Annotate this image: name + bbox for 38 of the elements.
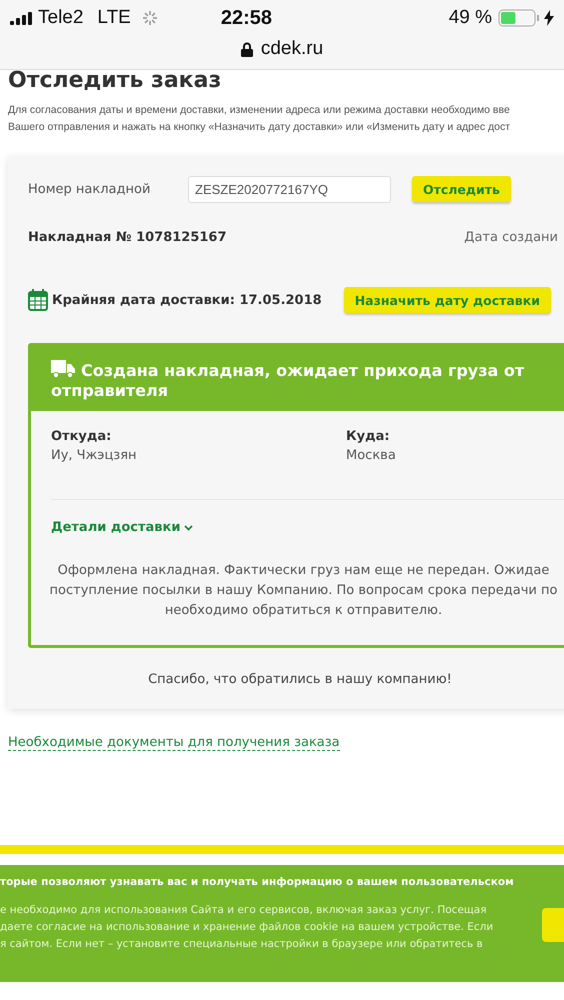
truck-icon	[51, 360, 75, 378]
destination-label: Куда:	[346, 429, 391, 444]
carrier-name: Tele2	[38, 7, 84, 29]
chevron-down-icon	[184, 524, 194, 530]
delivery-deadline: Крайняя дата доставки: 17.05.2018	[52, 292, 322, 308]
destination-value: Москва	[346, 448, 397, 463]
cookie-text: е необходимо для использования Сайта и его сервисов, включая заказ услуг. Посещая	[0, 903, 488, 918]
track-button[interactable]: Отследить	[412, 176, 511, 202]
waybill-input[interactable]: ZESZE2020772167YQ	[188, 176, 391, 202]
page-heading: Отследить заказ	[8, 68, 222, 94]
intro-text: Для согласования даты и времени доставки, изменении адреса или режима доставки необходимо вве	[8, 103, 511, 118]
thanks-text: Спасибо, что обратились в нашу компанию!	[147, 672, 453, 687]
cookie-text: я сайтом. Если нет – установите специальные настройки в браузере или обратитесь в	[0, 937, 484, 952]
loading-icon	[140, 9, 159, 27]
lock-icon	[240, 42, 253, 56]
cookie-title: торые позволяют узнавать вас и получать информацию о вашем пользовательском	[0, 876, 514, 888]
battery-icon	[498, 9, 540, 27]
battery-percent: 49 %	[448, 7, 492, 29]
creation-date-label: Дата создани	[464, 230, 558, 245]
waybill-number: Накладная № 1078125167	[28, 230, 227, 245]
calendar-icon	[28, 289, 48, 311]
site-address: cdek.ru	[260, 38, 324, 60]
network-type: LTE	[97, 7, 131, 29]
origin-label: Откуда:	[51, 429, 112, 444]
documents-link[interactable]: Необходимые документы для получения заказа	[8, 735, 340, 751]
status-message: Оформлена накладная. Фактически груз нам еще не передан. Ожидае	[58, 562, 550, 580]
status-message: необходимо обратиться к отправителю.	[164, 602, 442, 620]
origin-value: Иу, Чжэцзян	[51, 448, 138, 463]
signal-icon	[10, 11, 32, 25]
cookie-text: даете согласие на использование и хранение файлов cookie на вашем устройстве. Если	[0, 920, 494, 935]
status-message: поступление посылки в нашу Компанию. По вопросам срока передачи по	[50, 582, 558, 600]
status-title: Создана накладная, ожидает прихода груза от отправителя	[51, 360, 526, 401]
schedule-delivery-button[interactable]: Назначить дату доставки	[344, 287, 551, 313]
intro-text: Вашего отправления и нажать на кнопку «Назначить дату доставки» или «Изменить дату и адрес дост	[8, 120, 512, 135]
delivery-details-link[interactable]: Детали доставки	[51, 520, 194, 535]
charging-icon	[544, 10, 554, 26]
field-label: Номер накладной	[28, 182, 152, 196]
clock-time: 22:58	[220, 6, 272, 30]
